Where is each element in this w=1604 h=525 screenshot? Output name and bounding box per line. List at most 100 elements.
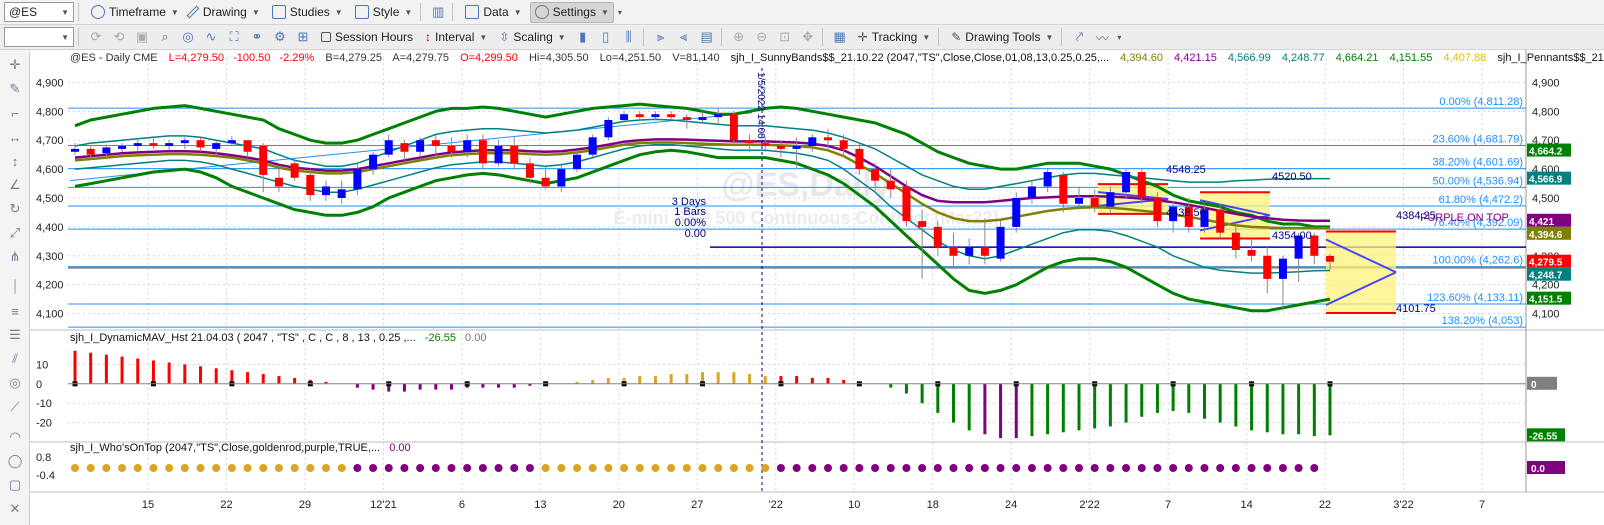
candle-body (149, 143, 158, 146)
indicator-dot (855, 464, 864, 472)
indicator-dot (1310, 464, 1319, 472)
header-value-5: 4,664.21 (1336, 52, 1379, 64)
indicator-dot (1200, 464, 1209, 472)
candle-body (290, 163, 299, 178)
dots-tick-label: 0.8 (36, 452, 51, 464)
candle-body (557, 169, 566, 187)
indicator-dot (118, 464, 127, 472)
candle-body (337, 189, 346, 198)
fib-label: 38.20% (4,601.69) (1432, 157, 1523, 169)
candle-body (886, 180, 895, 190)
histogram-value-2: 0.00 (465, 332, 486, 344)
header-volume: V=81,140 (672, 52, 719, 64)
indicator-dot (212, 464, 221, 472)
indicator-dot (996, 464, 1005, 472)
candle-body (416, 140, 425, 152)
date-marker-label: 1/5/2022 14:00 (755, 72, 766, 139)
indicator-dot (714, 464, 723, 472)
y-tick-label-left: 4,500 (36, 193, 64, 205)
x-tick-label: 24 (1005, 499, 1017, 511)
indicator-dot (353, 464, 362, 472)
candle-body (1027, 186, 1036, 198)
whos-on-top-title-text: sjh_I_Who'sOnTop (2047,"TS",Close,golden… (70, 442, 380, 454)
x-tick-label: 10 (848, 499, 860, 511)
candle-body (1043, 172, 1052, 187)
header-symbol: @ES - Daily CME (70, 52, 158, 64)
indicator-dot (133, 464, 142, 472)
indicator-dot (463, 464, 472, 472)
x-tick-label: 20 (613, 499, 625, 511)
candle-body (745, 140, 754, 144)
y-tick-label-right: 4,900 (1532, 77, 1560, 89)
indicator-dot (980, 464, 989, 472)
header-value-6: 4,151.55 (1390, 52, 1433, 64)
candle-body (855, 148, 864, 170)
indicator-dot (729, 464, 738, 472)
indicator-dot (1059, 464, 1068, 472)
histogram-title-text: sjh_I_DynamicMAV_Hst 21.04.03 ( 2047 , "… (70, 332, 416, 344)
candle-body (71, 148, 79, 152)
header-value-1: 4,394.60 (1120, 52, 1163, 64)
candle-body (1059, 174, 1068, 204)
histogram-title: sjh_I_DynamicMAV_Hst 21.04.03 ( 2047 , "… (70, 332, 486, 344)
indicator-dot (337, 464, 346, 472)
indicator-dot (965, 464, 974, 472)
header-lo: Lo=4,251.50 (600, 52, 661, 64)
x-tick-label: 22 (1319, 499, 1331, 511)
price-tag-label: 4,248.7 (1529, 271, 1563, 282)
y-tick-label-left: 4,900 (36, 77, 64, 89)
y-tick-label-left: 4,400 (36, 222, 64, 234)
header-high: Hi=4,305.50 (529, 52, 589, 64)
indicator-dot (306, 464, 315, 472)
price-tag-label: 4,279.5 (1529, 258, 1563, 269)
candle-body (1278, 258, 1287, 279)
indicator-dot (1137, 464, 1146, 472)
candle-body (400, 143, 409, 152)
indicator-dot (1075, 464, 1083, 472)
header-study1: sjh_I_SunnyBands$$_21.10.22 (2047,"TS",C… (731, 52, 1109, 64)
header-change: -100.50 (233, 52, 270, 64)
watermark-subtitle: E-mini S&P 500 Continuous Contract [Mar2… (614, 208, 999, 228)
indicator-dot (824, 464, 832, 472)
indicator-dot (274, 464, 283, 472)
candle-body (369, 154, 378, 170)
chart-area[interactable]: @ES,Daily E-mini S&P 500 Continuous Cont… (0, 0, 1604, 525)
indicator-dot (243, 464, 252, 472)
price-annotation: 4354.00 (1272, 230, 1312, 242)
indicator-dot (369, 464, 378, 472)
histogram-value-tag-label: -26.55 (1529, 431, 1558, 442)
y-tick-label-left: 4,800 (36, 106, 64, 118)
indicator-dot (667, 464, 676, 472)
y-tick-label-left: 4,200 (36, 280, 64, 292)
fib-label: 100.00% (4,262.6) (1432, 255, 1523, 267)
header-value-7: 4,407.88 (1443, 52, 1486, 64)
indicator-dot (918, 464, 927, 472)
candle-body (792, 146, 801, 149)
candle-body (510, 146, 519, 164)
indicator-dot (1012, 464, 1021, 472)
chart-app: @ES ▼ Timeframe ▼ Drawing ▼ Studies ▼ St… (0, 0, 1604, 525)
candle-body (573, 154, 581, 170)
fib-label: 23.60% (4,681.79) (1432, 133, 1523, 145)
candle-body (274, 177, 283, 187)
candle-body (980, 247, 989, 256)
indicator-dot (1169, 464, 1178, 472)
header-percent: -2.29% (279, 52, 314, 64)
indicator-dot (1090, 464, 1099, 472)
x-tick-label: 6 (459, 499, 465, 511)
candle-body (729, 114, 738, 141)
candle-body (478, 140, 487, 164)
indicator-dot (808, 464, 817, 472)
price-tag-label: 4,421 (1529, 217, 1554, 228)
indicator-dot (1122, 464, 1131, 472)
candle-body (620, 114, 629, 120)
candle-body (714, 114, 723, 118)
indicator-dot (290, 464, 299, 472)
indicator-dot (933, 464, 942, 472)
x-tick-label: 2'22 (1079, 499, 1099, 511)
histogram-value: -26.55 (425, 332, 456, 344)
candle-body (839, 140, 848, 149)
candle-body (761, 143, 770, 146)
candle-body (1326, 255, 1334, 262)
x-tick-label: 18 (927, 499, 939, 511)
